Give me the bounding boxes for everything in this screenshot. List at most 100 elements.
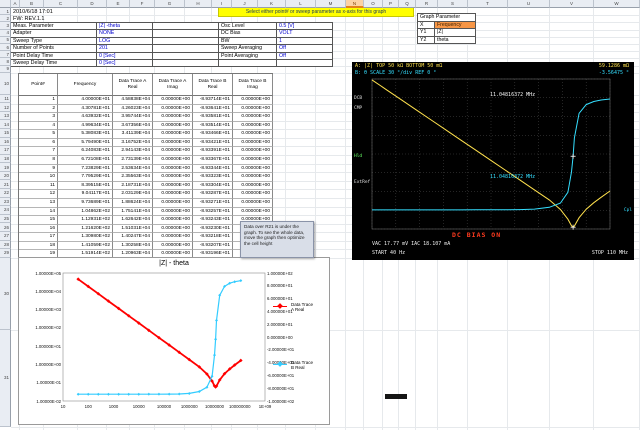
data-cell[interactable]: 4 xyxy=(19,121,58,131)
data-cell[interactable]: -8.93304E+01 xyxy=(193,181,233,191)
data-cell[interactable]: 7 xyxy=(19,147,58,157)
data-cell[interactable]: 0.00000E+00 xyxy=(153,156,193,165)
row-header-31[interactable]: 31 xyxy=(0,329,11,427)
column-header-G[interactable]: G xyxy=(155,0,185,8)
data-cell[interactable]: 1.12931E+02 xyxy=(58,216,113,225)
row-headers[interactable]: 1 2 3 4 5 6 7 8 9 10 11 12 13 14 15 16 17 18 19 20 21 22 23 24 2… xyxy=(0,8,11,427)
data-cell[interactable]: 0.00000E+00 xyxy=(233,164,273,174)
column-header-F[interactable]: F xyxy=(130,0,155,8)
data-cell[interactable]: -8.93207E+01 xyxy=(193,241,233,251)
data-cell[interactable]: 3.67356E+04 xyxy=(113,121,153,131)
graph-param-label[interactable]: X xyxy=(418,21,435,30)
column-header-U[interactable]: U xyxy=(508,0,550,8)
data-cell[interactable]: 4.00000E+01 xyxy=(58,96,113,105)
row-header-19[interactable]: 19 xyxy=(0,163,11,172)
param-cell[interactable]: NONE xyxy=(97,30,153,38)
data-cell[interactable]: -8.93421E+01 xyxy=(193,138,233,148)
row-header-16[interactable]: 16 xyxy=(0,137,11,147)
row-header-12[interactable]: 12 xyxy=(0,103,11,112)
analyzer-screenshot[interactable]: A: |Z| TOP 50 kΩ BOTTOM 50 mΩ 59.1286 mΩ B… xyxy=(352,62,634,260)
column-header-V[interactable]: V xyxy=(550,0,594,8)
column-header-E[interactable]: E xyxy=(107,0,130,8)
graph-param-value[interactable]: |Z| xyxy=(435,29,476,37)
data-cell[interactable]: -8.93243E+01 xyxy=(193,216,233,225)
data-cell[interactable]: 0.00000E+00 xyxy=(233,207,273,217)
data-cell[interactable]: 6.72108E+01 xyxy=(58,156,113,165)
data-cell[interactable]: 2.73139E+04 xyxy=(113,156,153,165)
param-cell[interactable] xyxy=(219,59,277,68)
data-table-header[interactable]: Frequency xyxy=(58,74,113,96)
data-cell[interactable]: -8.93287E+01 xyxy=(193,190,233,199)
data-table-header[interactable]: Data Trace A Imag xyxy=(153,74,193,96)
data-cell[interactable]: 4.99634E+01 xyxy=(58,121,113,131)
column-header-B[interactable]: B xyxy=(20,0,44,8)
data-cell[interactable]: 1.75141E+04 xyxy=(113,207,153,217)
data-cell[interactable]: 4.26023E+04 xyxy=(113,104,153,114)
column-header-Q[interactable]: Q xyxy=(399,0,416,8)
data-cell[interactable]: 0.00000E+00 xyxy=(153,207,193,217)
data-cell[interactable]: 10 xyxy=(19,173,58,182)
param-cell[interactable]: Off xyxy=(277,45,333,53)
column-header-M[interactable]: M xyxy=(316,0,346,8)
data-cell[interactable]: -8.93466E+01 xyxy=(193,130,233,139)
column-header-T[interactable]: T xyxy=(468,0,508,8)
param-cell[interactable]: 0 [Sec] xyxy=(97,59,153,68)
data-cell[interactable]: 1.21620E+02 xyxy=(58,224,113,234)
row-header-4[interactable]: 4 xyxy=(0,29,11,37)
note-box[interactable]: Data over R21 is under the graph. To see… xyxy=(240,221,314,258)
row-header-3[interactable]: 3 xyxy=(0,22,11,30)
data-cell[interactable]: 0.00000E+00 xyxy=(153,224,193,234)
data-cell[interactable]: 6.24083E+01 xyxy=(58,147,113,157)
data-cell[interactable]: 3.95744E+04 xyxy=(113,113,153,122)
row-header-2[interactable]: 2 xyxy=(0,15,11,23)
row-header-30[interactable]: 30 xyxy=(0,257,11,330)
param-cell[interactable]: 0.5 [V] xyxy=(277,23,333,31)
data-cell[interactable]: 3 xyxy=(19,113,58,122)
data-cell[interactable]: 9.73689E+01 xyxy=(58,198,113,208)
data-cell[interactable]: 12 xyxy=(19,190,58,199)
row-header-15[interactable]: 15 xyxy=(0,129,11,138)
instruction-banner[interactable]: Select either point# or sweep parameter … xyxy=(218,7,414,17)
cell-date[interactable]: 2010/6/18 17:01 xyxy=(13,9,53,15)
param-cell[interactable] xyxy=(153,59,219,68)
column-headers[interactable]: ABCDEFGHIJKLMNOPQRSTUVW xyxy=(0,0,640,8)
data-cell[interactable]: 0.00000E+00 xyxy=(233,156,273,165)
row-header-29[interactable]: 29 xyxy=(0,249,11,258)
data-cell[interactable]: 3.16752E+04 xyxy=(113,138,153,148)
param-cell[interactable]: 201 xyxy=(97,45,153,53)
excel-chart[interactable]: |Z| - theta 1.00000E+05 1.00000E+04 1.0000… xyxy=(18,257,330,425)
column-header-N[interactable]: N xyxy=(346,0,364,8)
select-all-corner[interactable] xyxy=(0,0,11,8)
data-cell[interactable]: -8.93344E+01 xyxy=(193,164,233,174)
graph-param-value[interactable]: theta xyxy=(435,36,476,45)
data-cell[interactable]: -8.93271E+01 xyxy=(193,198,233,208)
data-cell[interactable]: 5 xyxy=(19,130,58,139)
column-header-O[interactable]: O xyxy=(364,0,383,8)
column-header-C[interactable]: C xyxy=(44,0,78,8)
row-header-11[interactable]: 11 xyxy=(0,94,11,104)
row-header-5[interactable]: 5 xyxy=(0,36,11,44)
data-cell[interactable]: -8.93391E+01 xyxy=(193,147,233,157)
column-header-P[interactable]: P xyxy=(383,0,399,8)
param-cell[interactable] xyxy=(153,52,219,60)
data-cell[interactable]: 0.00000E+00 xyxy=(153,164,193,174)
data-cell[interactable]: -8.93218E+01 xyxy=(193,233,233,242)
graph-param-value[interactable]: Frequency xyxy=(435,21,476,30)
data-cell[interactable]: 0.00000E+00 xyxy=(233,173,273,182)
param-cell[interactable]: Point Delay Time xyxy=(11,52,97,60)
data-cell[interactable]: 0.00000E+00 xyxy=(233,147,273,157)
param-cell[interactable]: Number of Points xyxy=(11,45,97,53)
data-cell[interactable]: -8.93514E+01 xyxy=(193,121,233,131)
row-header-9[interactable]: 9 xyxy=(0,65,11,73)
column-header-S[interactable]: S xyxy=(438,0,468,8)
data-cell[interactable]: 2.03129E+04 xyxy=(113,190,153,199)
data-cell[interactable]: 9 xyxy=(19,164,58,174)
row-header-14[interactable]: 14 xyxy=(0,120,11,129)
param-cell[interactable]: VOLT xyxy=(277,30,333,38)
data-cell[interactable]: 0.00000E+00 xyxy=(153,130,193,139)
data-cell[interactable]: 0.00000E+00 xyxy=(233,130,273,139)
data-cell[interactable]: 1.51031E+04 xyxy=(113,224,153,234)
data-cell[interactable]: 3.41139E+04 xyxy=(113,130,153,139)
data-cell[interactable]: 1.30980E+02 xyxy=(58,233,113,242)
data-cell[interactable]: 1.30258E+04 xyxy=(113,241,153,251)
